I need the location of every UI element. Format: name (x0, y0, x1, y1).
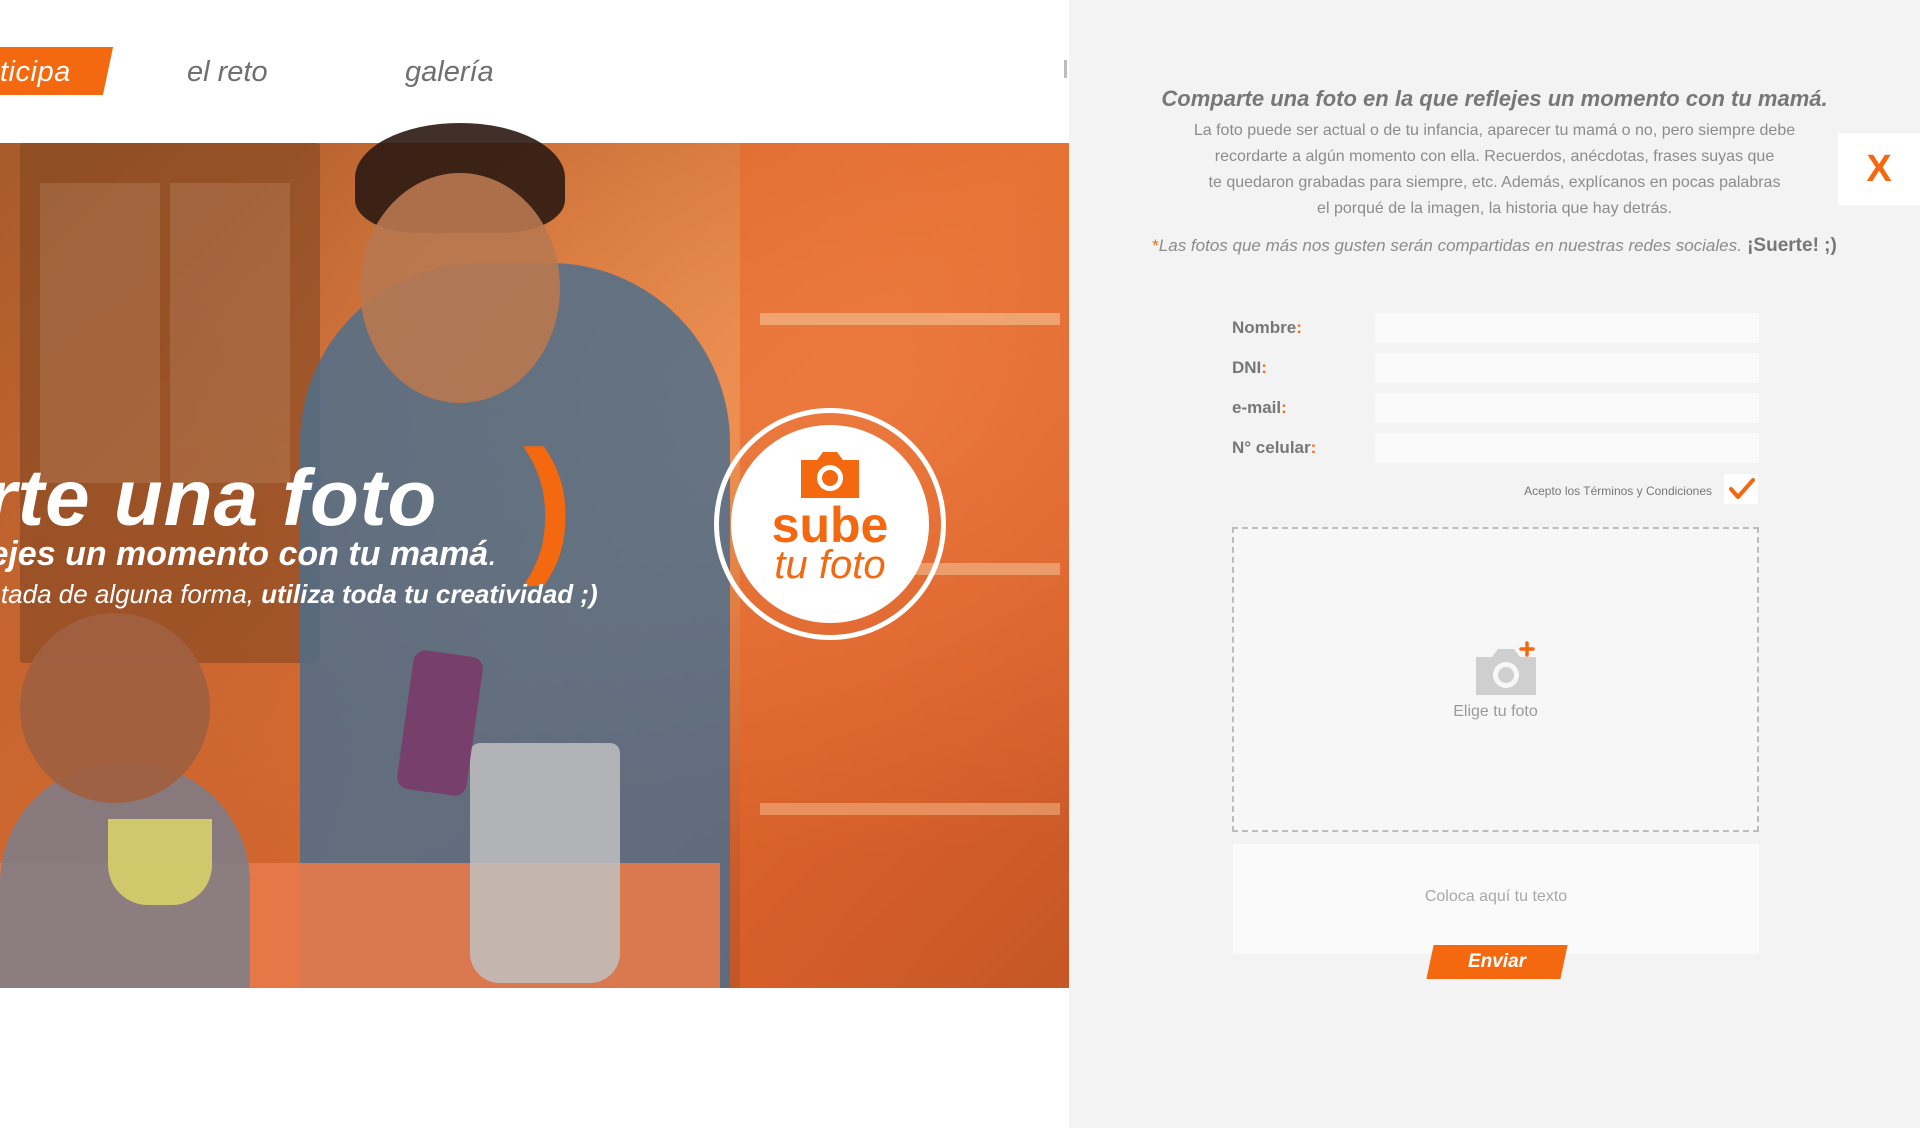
note-text: Las fotos que más nos gusten serán compa… (1158, 236, 1742, 255)
panel-description-line: te quedaron grabadas para siempre, etc. … (1208, 174, 1781, 191)
photo-shelf (760, 313, 1060, 325)
email-label-text: e-mail (1232, 398, 1282, 417)
dni-field[interactable] (1375, 353, 1759, 383)
nav-divider (1064, 60, 1067, 78)
hero-subtitle-end: . (488, 535, 498, 573)
celular-label-text: N° celular (1232, 438, 1311, 457)
label-colon: : (1261, 358, 1267, 377)
panel-note: *Las fotos que más nos gusten serán comp… (1069, 235, 1920, 257)
hero-subtitle-bold: lejes un momento con tu mamá (0, 535, 489, 573)
panel-description: La foto puede ser actual o de tu infanci… (1069, 118, 1920, 222)
photo-boy-head (20, 613, 210, 803)
photo-woman-head (360, 173, 560, 403)
nav-item-participa[interactable]: ticipa (0, 50, 71, 94)
nombre-field[interactable] (1375, 313, 1759, 343)
dni-label: DNI: (1232, 356, 1267, 380)
camera-icon (801, 452, 859, 498)
panel-description-line: recordarte a algún momento con ella. Rec… (1214, 148, 1775, 165)
nombre-label: Nombre: (1232, 316, 1302, 340)
terms-checkbox[interactable] (1724, 474, 1758, 504)
note-suerte: ¡Suerte! ;) (1741, 235, 1837, 256)
photo-pitcher (470, 743, 620, 983)
label-colon: : (1296, 318, 1302, 337)
nav-item-el-reto[interactable]: el reto (187, 50, 268, 94)
hero-tagline: entada de alguna forma, utiliza toda tu … (0, 579, 598, 610)
panel-description-line: La foto puede ser actual o de tu infanci… (1193, 122, 1796, 139)
upload-badge-button[interactable]: sube tu foto (731, 425, 929, 623)
celular-label: N° celular: (1232, 436, 1316, 460)
upload-badge-subtitle: tu foto (774, 543, 886, 587)
camera-plus-icon (1476, 641, 1536, 695)
hero-subtitle: lejes un momento con tu mamá. (0, 535, 498, 574)
photo-dropzone[interactable]: Elige tu foto (1232, 527, 1759, 832)
background-page: ticipa el reto galería parte una foto ) … (0, 0, 1069, 1128)
submit-button[interactable]: Enviar (1430, 945, 1564, 979)
hero-tagline-bold: utiliza toda tu creatividad (261, 579, 574, 609)
checkmark-icon (1729, 478, 1755, 499)
hero-tagline-end: ;) (573, 579, 598, 609)
story-textarea[interactable] (1233, 844, 1759, 954)
nav-item-galeria[interactable]: galería (405, 50, 494, 94)
email-label: e-mail: (1232, 396, 1287, 420)
celular-field[interactable] (1375, 433, 1759, 463)
label-colon: : (1281, 398, 1287, 417)
nombre-label-text: Nombre (1232, 318, 1297, 337)
photo-shelf (760, 803, 1060, 815)
dni-label-text: DNI (1232, 358, 1262, 377)
hero-paren: ) (523, 419, 573, 587)
note-asterisk: * (1152, 236, 1159, 255)
panel-description-line: el porqué de la imagen, la historia que … (1317, 200, 1672, 217)
hero-title: parte una foto (0, 453, 438, 542)
dropzone-label: Elige tu foto (1453, 703, 1538, 720)
photo-cup (108, 819, 212, 905)
label-colon: : (1310, 438, 1317, 457)
terms-label[interactable]: Acepto los Términos y Condiciones (1400, 481, 1712, 501)
email-field[interactable] (1375, 393, 1759, 423)
photo-cabinet-glass (170, 183, 290, 483)
photo-cabinet-glass (40, 183, 160, 483)
hero-tagline-normal: entada de alguna forma, (0, 579, 262, 609)
panel-title: Comparte una foto en la que reflejes un … (1161, 86, 1828, 111)
